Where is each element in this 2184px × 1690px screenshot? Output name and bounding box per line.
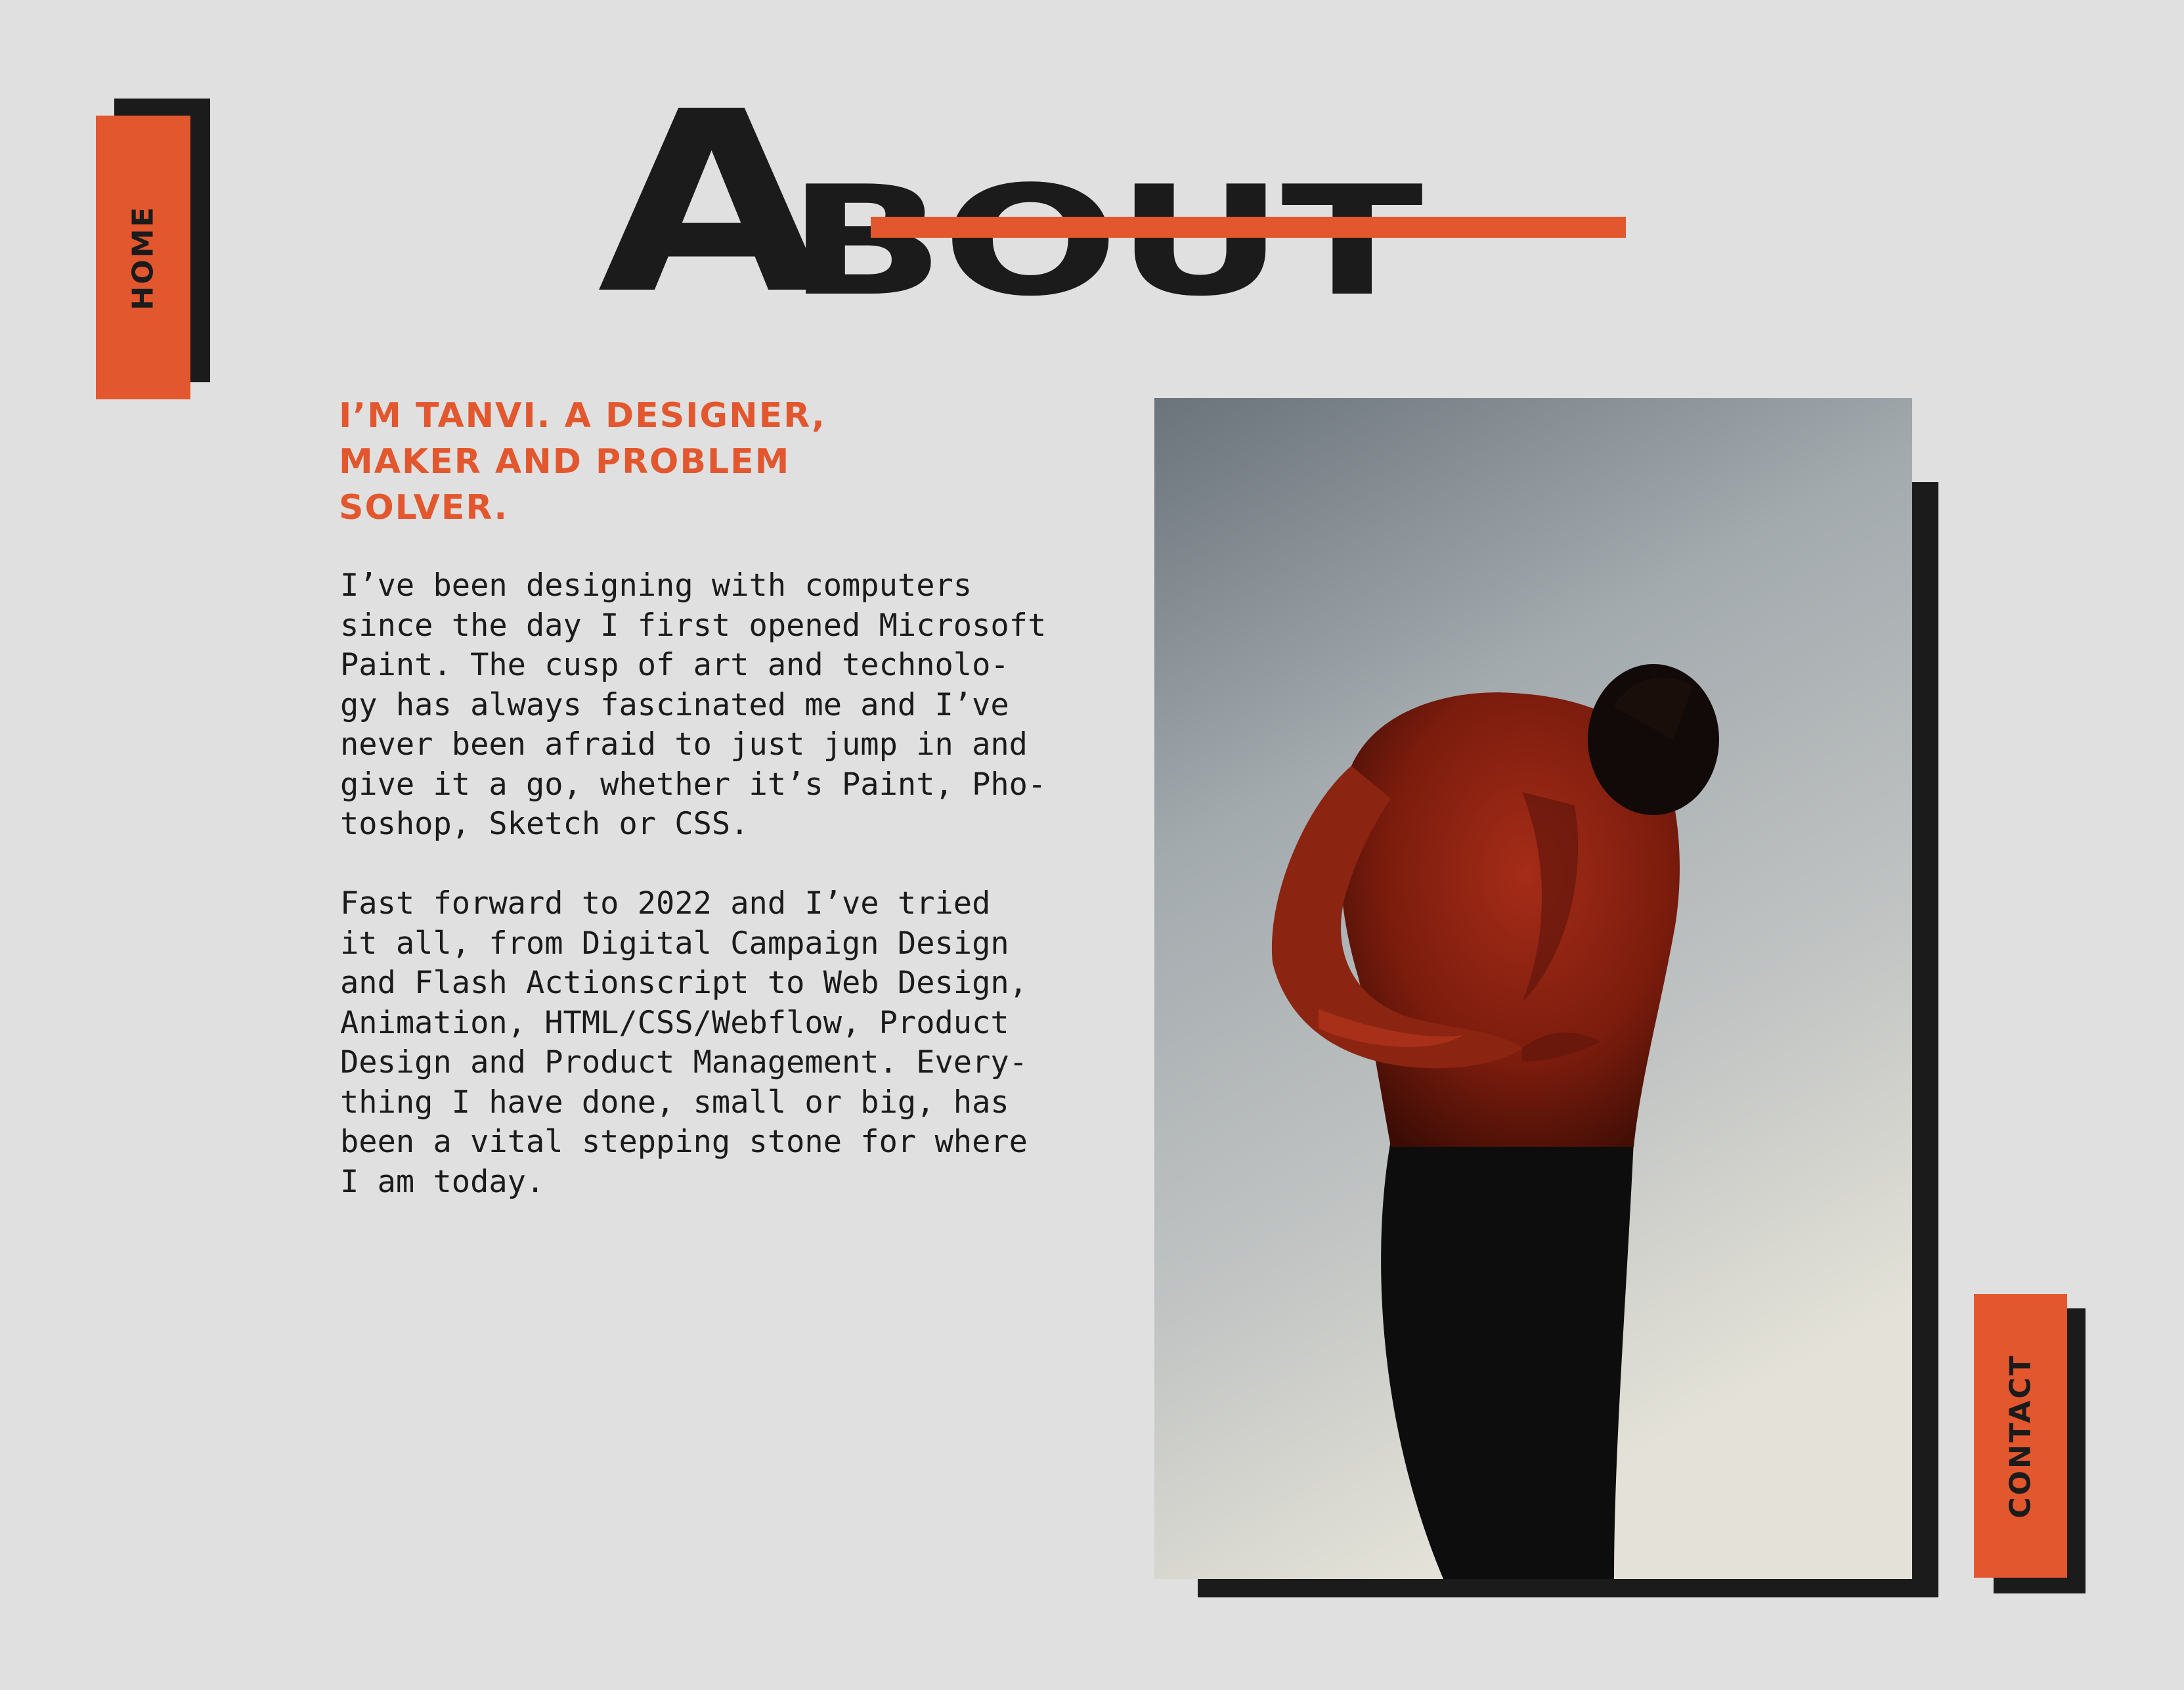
home-tab[interactable]: HOME xyxy=(96,116,190,399)
contact-tab-label: CONTACT xyxy=(2003,1353,2038,1519)
portrait-photo xyxy=(1154,398,1912,1579)
intro-headline: I’M TANVI. A DESIGNER, MAKER AND PROBLEM… xyxy=(339,396,826,527)
contact-tab-wrapper: CONTACT xyxy=(1974,1294,2086,1593)
page-title-rest: BOUT xyxy=(787,154,1423,330)
title-strikethrough xyxy=(871,217,1626,238)
portrait-photo-image xyxy=(1154,398,1912,1579)
intro-paragraph-1: I’ve been designing with computers since… xyxy=(340,567,1047,842)
home-tab-wrapper: HOME xyxy=(96,99,210,399)
home-tab-label: HOME xyxy=(126,204,160,311)
intro-paragraph-2: Fast forward to 2022 and I’ve tried it a… xyxy=(340,885,1028,1200)
page-title: A BOUT xyxy=(598,78,1424,328)
contact-tab[interactable]: CONTACT xyxy=(1974,1294,2067,1578)
